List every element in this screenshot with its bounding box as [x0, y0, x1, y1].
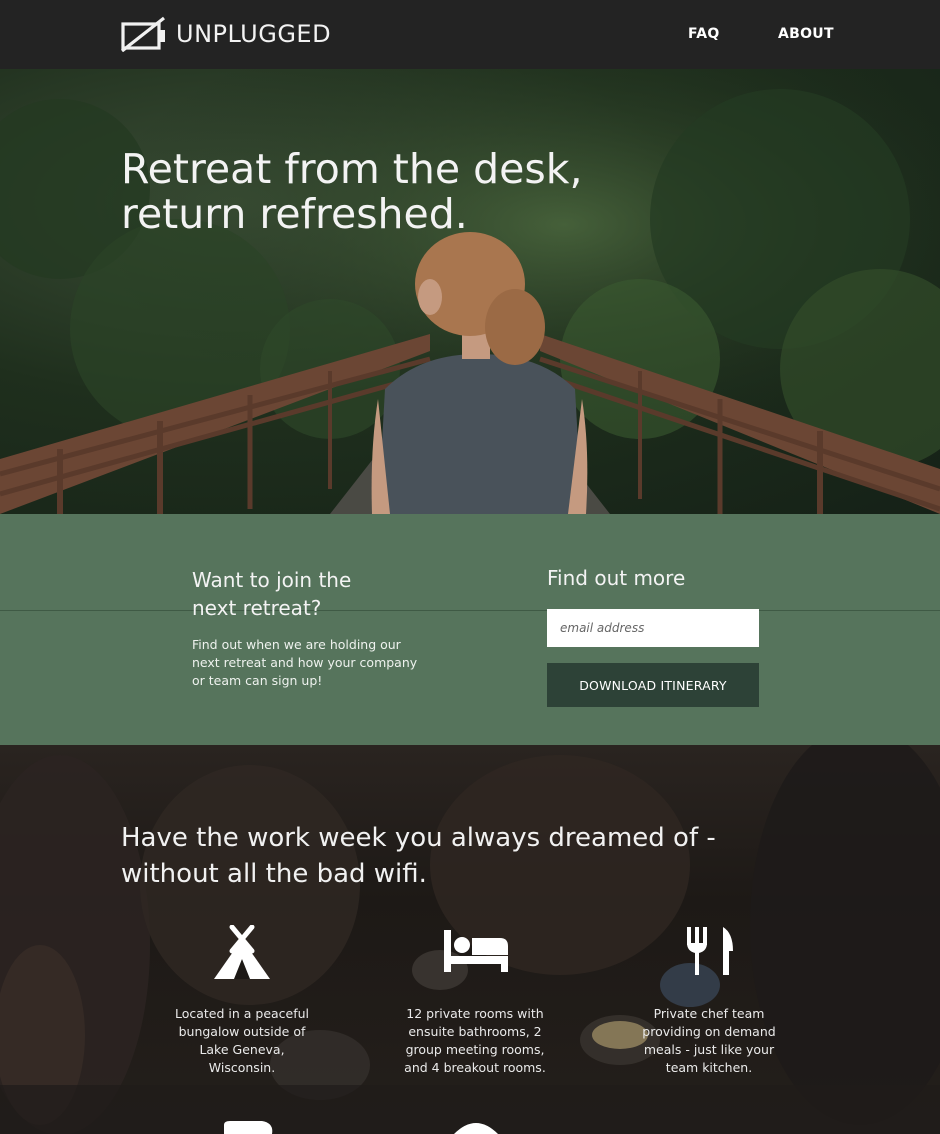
- hero-headline-line1: Retreat from the desk,: [121, 145, 583, 193]
- hero-section: Retreat from the desk, return refreshed.: [0, 69, 940, 514]
- top-navbar: UNPLUGGED FAQ ABOUT: [0, 0, 940, 69]
- hero-forest-bridge-image: [0, 69, 940, 514]
- join-description: Find out when we are holding our next re…: [192, 637, 418, 688]
- nav-link-faq[interactable]: FAQ: [688, 26, 720, 42]
- partial-icon: [224, 1121, 273, 1134]
- hero-headline-line2: return refreshed.: [121, 190, 468, 238]
- feature-location-text: Located in a peaceful bungalow outside o…: [174, 1006, 310, 1075]
- features-heading-line1: Have the work week you always dreamed of…: [121, 823, 716, 853]
- features-section: Have the work week you always dreamed of…: [0, 745, 940, 1134]
- feature-rooms-text: 12 private rooms with ensuite bathrooms,…: [404, 1006, 546, 1075]
- tent-icon: [214, 925, 270, 979]
- unplugged-logo-icon: [121, 16, 165, 52]
- features-heading-line2: without all the bad wifi.: [121, 859, 427, 889]
- section-divider: [0, 610, 940, 611]
- signup-section: Want to join the next retreat? Find out …: [0, 514, 940, 745]
- hero-headline: Retreat from the desk, return refreshed.: [121, 147, 583, 237]
- join-heading-line1: Want to join the: [192, 568, 352, 592]
- brand-logo[interactable]: UNPLUGGED: [120, 16, 331, 52]
- email-input[interactable]: [547, 609, 759, 647]
- find-out-more-heading: Find out more: [547, 566, 686, 590]
- utensils-icon: [687, 927, 733, 975]
- nav-link-about[interactable]: ABOUT: [778, 26, 834, 42]
- feature-chef-text: Private chef team providing on demand me…: [642, 1006, 776, 1075]
- brand-name: UNPLUGGED: [176, 20, 332, 48]
- download-itinerary-button[interactable]: DOWNLOAD ITINERARY: [547, 663, 759, 707]
- join-heading-line2: next retreat?: [192, 596, 322, 620]
- bed-icon: [444, 930, 508, 972]
- features-heading: Have the work week you always dreamed of…: [121, 820, 716, 892]
- partial-icon: [454, 1123, 498, 1134]
- join-heading: Want to join the next retreat?: [192, 566, 432, 622]
